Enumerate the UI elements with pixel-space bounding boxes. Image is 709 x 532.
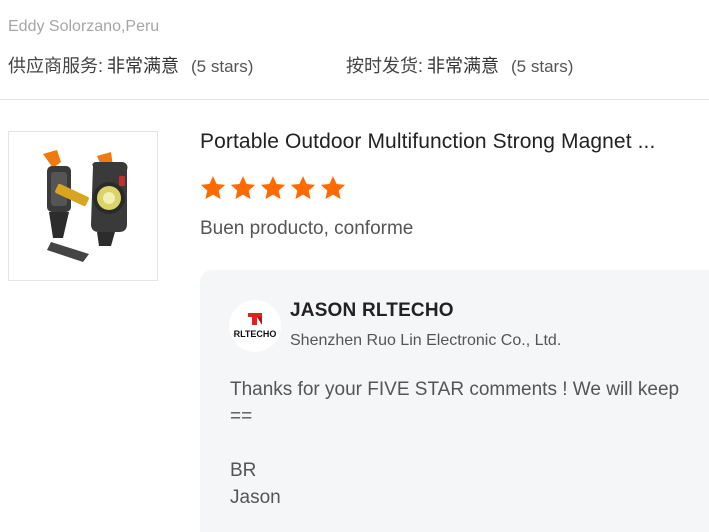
section-divider — [0, 99, 709, 100]
reply-message: Thanks for your FIVE STAR comments ! We … — [230, 379, 680, 508]
review-text: Buen producto, conforme — [200, 218, 414, 239]
rating-stars-text: (5 stars) — [511, 57, 574, 76]
rating-stars-text: (5 stars) — [191, 57, 254, 76]
rating-value: 非常满意 — [427, 56, 500, 76]
star-icon — [320, 176, 346, 199]
seller-name: JASON RLTECHO — [290, 300, 454, 321]
rating-supplier-service: 供应商服务: 非常满意 (5 stars) — [8, 52, 253, 78]
seller-reply: RLTECHO JASON RLTECHO Shenzhen Ruo Lin E… — [200, 270, 709, 532]
star-icon — [230, 176, 256, 199]
product-rating-stars — [199, 174, 347, 202]
rating-label: 按时发货: — [346, 56, 424, 76]
reviewer-name: Eddy Solorzano,Peru — [8, 18, 160, 35]
star-icon — [260, 176, 286, 199]
rating-label: 供应商服务: — [8, 56, 104, 76]
product-title[interactable]: Portable Outdoor Multifunction Strong Ma… — [200, 130, 709, 154]
seller-logo: RLTECHO — [229, 300, 281, 352]
rating-on-time-delivery: 按时发货: 非常满意 (5 stars) — [346, 52, 573, 78]
rating-value: 非常满意 — [107, 56, 180, 76]
star-icon — [200, 176, 226, 199]
multitool-flashlight-image — [43, 150, 128, 262]
product-thumbnail[interactable] — [8, 131, 158, 281]
logo-text: RLTECHO — [234, 329, 277, 339]
star-icon — [290, 176, 316, 199]
seller-company[interactable]: Shenzhen Ruo Lin Electronic Co., Ltd. — [290, 332, 561, 350]
rltecho-logo-icon: RLTECHO — [234, 313, 277, 339]
